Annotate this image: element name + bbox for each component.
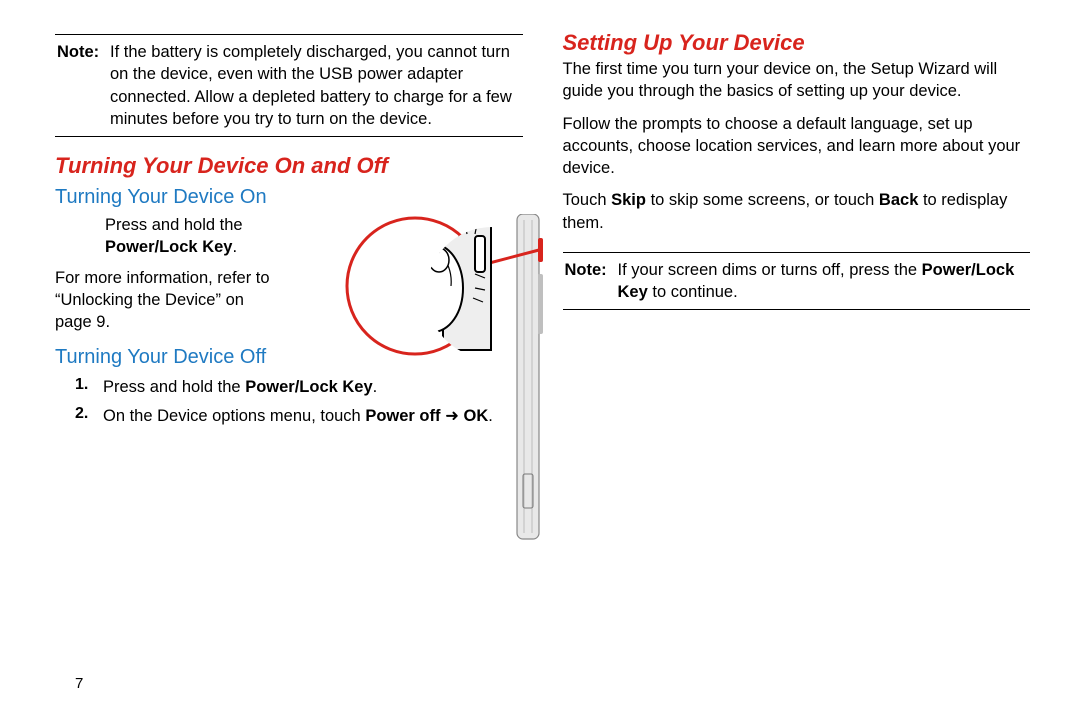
note-body: If the battery is completely discharged,… [110,43,512,128]
note-right-a: If your screen dims or turns off, press … [618,261,922,279]
note-label-right: Note: [565,259,607,281]
note-block-left: Note: If the battery is completely disch… [55,41,523,130]
left-narrow-wrap: Turning Your Device On Press and hold th… [55,185,270,370]
off1-a: Press and hold the [103,378,245,396]
right-p1: The first time you turn your device on, … [563,58,1031,103]
on-press-bold: Power/Lock Key [105,238,232,256]
heading-turning-on-off: Turning Your Device On and Off [55,153,523,179]
right-p3: Touch Skip to skip some screens, or touc… [563,189,1031,234]
page: Note: If the battery is completely disch… [0,0,1080,463]
rule-bottom-left-note [55,136,523,137]
page-number: 7 [75,675,83,692]
note-block-right: Note: If your screen dims or turns off, … [563,259,1031,304]
on-press-text: Press and hold the [105,216,243,234]
p3-a: Touch [563,191,612,209]
p3-c: to skip some screens, or touch [646,191,879,209]
on-press-tail: . [232,238,237,256]
right-p2: Follow the prompts to choose a default l… [563,113,1031,180]
on-info: For more information, refer to “Unlockin… [55,267,270,334]
on-press-line: Press and hold the Power/Lock Key. [55,214,270,259]
volume-rocker-icon [538,274,543,334]
rule-top-right-note [563,252,1031,253]
rule-bottom-right-note [563,309,1031,310]
heading-turning-off: Turning Your Device Off [55,345,270,370]
list-number-1: 1. [75,376,103,398]
device-illustration [325,214,565,544]
list-number-2: 2. [75,405,103,427]
tablet-side-icon [517,214,543,539]
p3-b: Skip [611,191,646,209]
note-right-c: to continue. [648,283,738,301]
zoom-power-button-icon [475,236,485,272]
left-column: Note: If the battery is completely disch… [55,30,523,433]
p3-d: Back [879,191,918,209]
heading-turning-on: Turning Your Device On [55,185,270,210]
right-column: Setting Up Your Device The first time yo… [563,30,1031,433]
note-label: Note: [57,41,99,63]
rule-top-left [55,34,523,35]
heading-setting-up: Setting Up Your Device [563,30,1031,56]
